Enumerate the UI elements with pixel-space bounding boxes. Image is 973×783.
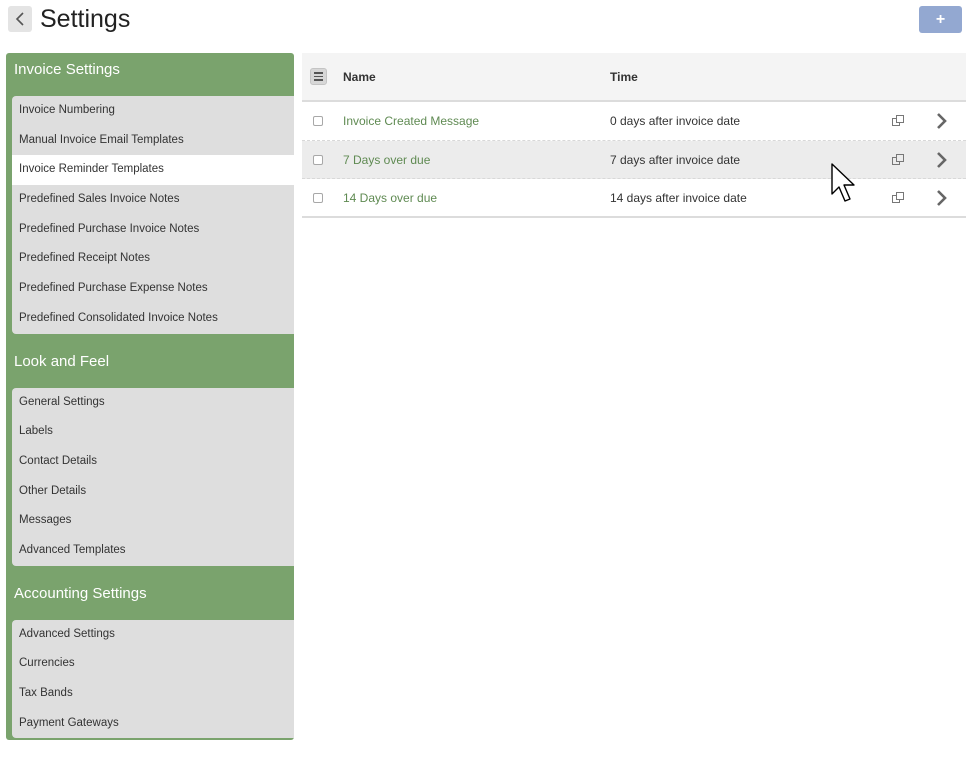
- sidebar-item-tax-bands[interactable]: Tax Bands: [12, 679, 294, 709]
- chevron-right-icon[interactable]: [934, 112, 950, 130]
- sidebar-item-predefined-purchase-invoice-notes[interactable]: Predefined Purchase Invoice Notes: [12, 215, 294, 245]
- row-name-link[interactable]: 14 Days over due: [343, 179, 437, 217]
- sidebar-item-predefined-sales-invoice-notes[interactable]: Predefined Sales Invoice Notes: [12, 185, 294, 215]
- section-items-invoice-settings: Invoice Numbering Manual Invoice Email T…: [12, 96, 294, 334]
- page-header: Settings +: [0, 0, 973, 44]
- sidebar-item-contact-details[interactable]: Contact Details: [12, 447, 294, 477]
- row-time: 0 days after invoice date: [610, 114, 741, 128]
- row-checkbox[interactable]: [313, 193, 323, 203]
- sidebar-item-predefined-purchase-expense-notes[interactable]: Predefined Purchase Expense Notes: [12, 274, 294, 304]
- sidebar-item-advanced-templates[interactable]: Advanced Templates: [12, 536, 294, 566]
- sidebar-item-predefined-consolidated-invoice-notes[interactable]: Predefined Consolidated Invoice Notes: [12, 304, 294, 334]
- chevron-right-icon[interactable]: [934, 189, 950, 207]
- add-button[interactable]: +: [919, 6, 962, 33]
- sidebar-item-invoice-reminder-templates[interactable]: Invoice Reminder Templates: [12, 155, 294, 186]
- column-header-time[interactable]: Time: [610, 70, 638, 84]
- sidebar-item-other-details[interactable]: Other Details: [12, 477, 294, 507]
- table-row[interactable]: 7 Days over due 7 days after invoice dat…: [302, 140, 966, 179]
- copy-icon[interactable]: [891, 114, 905, 128]
- column-header-name[interactable]: Name: [343, 70, 376, 84]
- sidebar-item-currencies[interactable]: Currencies: [12, 649, 294, 679]
- reminder-templates-table: Name Time Invoice Created Message 0 days…: [302, 53, 966, 218]
- section-title-look-and-feel: Look and Feel: [14, 352, 110, 370]
- section-title-invoice-settings: Invoice Settings: [14, 61, 120, 78]
- list-menu-icon[interactable]: [310, 68, 327, 85]
- section-title-accounting-settings: Accounting Settings: [14, 584, 147, 602]
- copy-icon[interactable]: [891, 191, 905, 205]
- row-time: 7 days after invoice date: [610, 152, 741, 167]
- sidebar-item-labels[interactable]: Labels: [12, 417, 294, 447]
- back-button[interactable]: [8, 6, 32, 32]
- section-items-accounting-settings: Advanced Settings Currencies Tax Bands P…: [12, 619, 294, 739]
- sidebar-item-invoice-numbering[interactable]: Invoice Numbering: [12, 96, 294, 126]
- sidebar-item-general-settings[interactable]: General Settings: [12, 388, 294, 418]
- row-checkbox[interactable]: [313, 154, 323, 165]
- sidebar-item-predefined-receipt-notes[interactable]: Predefined Receipt Notes: [12, 244, 294, 274]
- table-row[interactable]: Invoice Created Message 0 days after inv…: [302, 102, 966, 141]
- settings-sidebar: Invoice Settings Invoice Numbering Manua…: [6, 53, 294, 740]
- section-items-look-and-feel: General Settings Labels Contact Details …: [12, 387, 294, 566]
- table-header: Name Time: [302, 53, 966, 102]
- chevron-left-icon: [15, 12, 24, 26]
- row-name-link[interactable]: 7 Days over due: [343, 141, 430, 179]
- sidebar-item-manual-invoice-email-templates[interactable]: Manual Invoice Email Templates: [12, 126, 294, 156]
- row-checkbox[interactable]: [313, 116, 323, 126]
- sidebar-item-payment-gateways[interactable]: Payment Gateways: [12, 709, 294, 739]
- sidebar-item-messages[interactable]: Messages: [12, 506, 294, 536]
- sidebar-item-advanced-settings[interactable]: Advanced Settings: [12, 620, 294, 650]
- table-row[interactable]: 14 Days over due 14 days after invoice d…: [302, 179, 966, 218]
- row-time: 14 days after invoice date: [610, 191, 747, 205]
- copy-icon[interactable]: [891, 153, 905, 167]
- page-title: Settings: [40, 5, 131, 33]
- row-name-link[interactable]: Invoice Created Message: [343, 102, 479, 140]
- chevron-right-icon[interactable]: [934, 151, 950, 169]
